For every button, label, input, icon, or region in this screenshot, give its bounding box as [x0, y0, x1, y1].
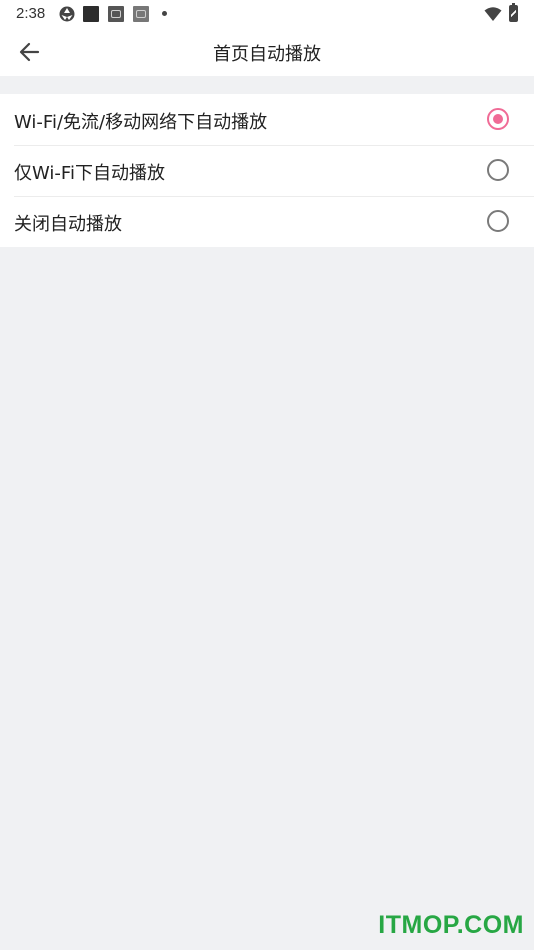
page-title: 首页自动播放 [213, 44, 321, 65]
option-wifi-only[interactable]: 仅Wi-Fi下自动播放 [0, 145, 534, 196]
option-label: 仅Wi-Fi下自动播放 [14, 163, 165, 184]
notification-app-icon [108, 6, 124, 22]
radio-button[interactable] [487, 159, 509, 181]
option-autoplay-off[interactable]: 关闭自动播放 [0, 196, 534, 247]
status-time: 2:38 [16, 5, 46, 22]
option-label: 关闭自动播放 [14, 214, 122, 235]
radio-button-selected[interactable] [487, 108, 509, 130]
notification-app-icon [133, 6, 149, 22]
autoplay-options-list: Wi-Fi/免流/移动网络下自动播放 仅Wi-Fi下自动播放 关闭自动播放 [0, 94, 534, 247]
option-wifi-free-mobile[interactable]: Wi-Fi/免流/移动网络下自动播放 [0, 94, 534, 145]
aperture-icon [59, 6, 75, 22]
status-bar: 2:38 [0, 0, 534, 28]
app-bar: 首页自动播放 [0, 28, 534, 76]
watermark: ITMOP.COM [378, 911, 524, 939]
wifi-icon [484, 7, 502, 21]
battery-charging-icon [509, 3, 518, 22]
more-notifications-dot [162, 11, 167, 16]
option-label: Wi-Fi/免流/移动网络下自动播放 [14, 112, 268, 133]
radio-button[interactable] [487, 210, 509, 232]
notification-app-icon [83, 6, 99, 22]
